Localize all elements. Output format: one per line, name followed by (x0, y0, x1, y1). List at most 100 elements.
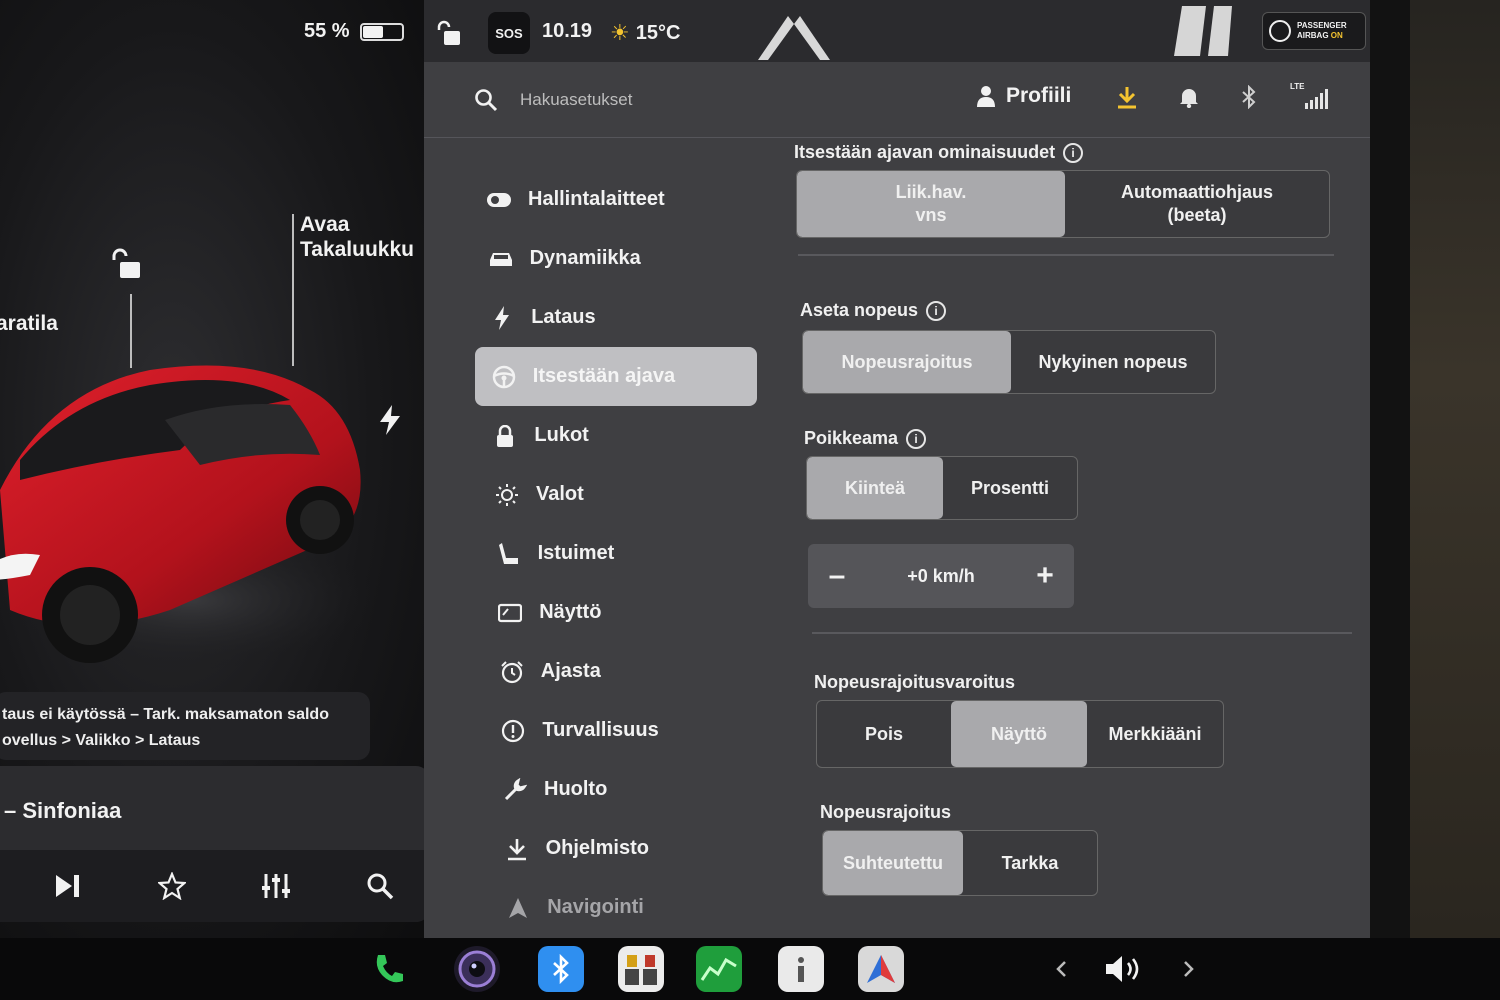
battery-level-fill (362, 25, 384, 38)
limit-option[interactable]: Suhteutettu (823, 831, 963, 895)
media-player[interactable]: – Sinfoniaa (0, 766, 430, 922)
sidebar-item-istuimet[interactable]: Istuimet (480, 524, 760, 583)
volume-up-chevron-icon[interactable] (1174, 946, 1204, 992)
search-icon[interactable] (474, 88, 498, 112)
toybox-icon[interactable] (618, 946, 664, 992)
info-icon[interactable]: i (926, 300, 947, 321)
features-option[interactable]: Liik.hav. vns (797, 171, 1065, 237)
airbag-state: ON (1330, 31, 1343, 40)
lock-icon (492, 423, 518, 449)
sidebar-item-hallintalaitteet[interactable]: Hallintalaitteet (470, 170, 760, 229)
warning-option[interactable]: Pois (817, 701, 951, 767)
settings-menu: Hallintalaitteet Dynamiikka Lataus Itsestää… (470, 170, 760, 937)
sidebar-item-lukot[interactable]: Lukot (476, 406, 760, 465)
decrease-button[interactable]: – (822, 559, 852, 593)
search-input[interactable]: Hakuasetukset (520, 90, 632, 110)
sun-icon (494, 482, 520, 508)
lte-label: LTE (1290, 82, 1305, 91)
volume-icon[interactable] (1100, 946, 1148, 992)
speed-limit-title: Nopeusrajoitus (820, 802, 952, 822)
info-icon[interactable]: i (1063, 142, 1084, 163)
car-icon (488, 246, 514, 272)
manual-info-icon[interactable] (778, 946, 824, 992)
warning-option[interactable]: Merkkiääni (1087, 701, 1223, 767)
sidebar-item-label: Valot (536, 483, 584, 505)
frunk-button[interactable]: aratila (0, 312, 58, 336)
phone-icon[interactable] (366, 946, 412, 992)
screen-bezel (1370, 0, 1500, 938)
battery-percent: 55 % (304, 20, 350, 42)
speed-limit-selector: Suhteutettu Tarkka (822, 830, 1098, 896)
navigation-app-icon[interactable] (858, 946, 904, 992)
section-divider (812, 632, 1352, 634)
sidebar-item-ohjelmisto[interactable]: Ohjelmisto (488, 819, 760, 878)
limit-option[interactable]: Tarkka (963, 831, 1097, 895)
battery-status: 55 % (304, 20, 404, 43)
increase-button[interactable]: + (1030, 559, 1060, 593)
speed-warning-selector: Pois Näyttö Merkkiääni (816, 700, 1224, 768)
sidebar-item-label: Itsestään ajava (532, 365, 676, 387)
clock: 10.19 (542, 20, 593, 42)
warning-option[interactable]: Näyttö (951, 701, 1087, 767)
charge-port-bolt-icon[interactable] (378, 405, 402, 435)
equalizer-icon[interactable] (256, 866, 296, 906)
steering-wheel-icon (491, 364, 517, 390)
sidebar-item-lataus[interactable]: Lataus (473, 288, 760, 347)
tesla-logo-icon[interactable] (754, 8, 834, 60)
volume-down-chevron-icon[interactable] (1046, 946, 1076, 992)
charging-notice[interactable]: taus ei käytössä – Tark. maksamaton sald… (0, 692, 370, 760)
sidebar-item-näyttö[interactable]: Näyttö (481, 583, 760, 642)
favorite-star-icon[interactable] (152, 866, 192, 906)
sidebar-item-ajasta[interactable]: Ajasta (483, 642, 760, 701)
sidebar-item-valot[interactable]: Valot (478, 465, 760, 524)
profile-button[interactable]: Profiili (976, 84, 1071, 108)
notification-bell-icon[interactable] (1176, 84, 1202, 110)
sidebar-item-navigointi[interactable]: Navigointi (489, 878, 760, 937)
section-divider (798, 254, 1334, 256)
glovebox-stripes-icon (1174, 6, 1232, 56)
sos-button[interactable]: SOS (488, 12, 530, 54)
sidebar-item-huolto[interactable]: Huolto (486, 760, 760, 819)
software-download-icon[interactable] (1114, 84, 1140, 110)
speed-option[interactable]: Nykyinen nopeus (1011, 331, 1215, 393)
next-track-icon[interactable] (48, 866, 88, 906)
media-controls (0, 850, 430, 922)
speed-warning-title: Nopeusrajoitusvaroitus (814, 672, 1016, 692)
seat-icon (496, 541, 522, 567)
unlock-status-icon[interactable] (436, 20, 462, 46)
offset-value: +0 km/h (907, 565, 975, 586)
sidebar-item-label: Lataus (531, 306, 596, 328)
energy-graph-icon[interactable] (696, 946, 742, 992)
bluetooth-app-icon[interactable] (538, 946, 584, 992)
trunk-callout-line (292, 214, 294, 366)
info-icon[interactable]: i (906, 428, 927, 449)
bluetooth-icon[interactable] (1236, 84, 1262, 110)
sidebar-item-dynamiikka[interactable]: Dynamiikka (472, 229, 760, 288)
display-icon (497, 600, 523, 626)
bolt-icon (489, 305, 515, 331)
navigation-icon (505, 895, 531, 921)
features-selector: Liik.hav. vns Automaattiohjaus (beeta) (796, 170, 1330, 238)
speed-option[interactable]: Nopeusrajoitus (803, 331, 1011, 393)
unlock-icon[interactable] (110, 248, 142, 280)
alert-icon (500, 718, 526, 744)
lte-signal-icon: LTE (1290, 82, 1330, 110)
media-search-icon[interactable] (360, 866, 400, 906)
trunk-button[interactable]: Avaa Takaluukku (300, 212, 414, 262)
airbag-line1: PASSENGER (1297, 21, 1347, 30)
toggle-icon (486, 187, 512, 213)
settings-panel: Hakuasetukset Profiili LTE Hallintalaitt… (424, 62, 1370, 938)
offset-option[interactable]: Prosentti (943, 457, 1077, 519)
sidebar-item-itsestään-ajava[interactable]: Itsestään ajava (474, 347, 757, 406)
media-title: – Sinfoniaa (4, 798, 122, 823)
sun-icon: ☀ (610, 20, 630, 45)
offset-option[interactable]: Kiinteä (807, 457, 943, 519)
sidebar-item-turvallisuus[interactable]: Turvallisuus (484, 701, 760, 760)
temperature-value: 15°C (635, 21, 681, 44)
sidebar-item-label: Lukot (534, 424, 589, 446)
outside-temperature: ☀ 15°C (610, 20, 680, 46)
trunk-label-line1: Avaa (300, 213, 350, 236)
features-option[interactable]: Automaattiohjaus (beeta) (1065, 171, 1329, 237)
sidebar-item-label: Ajasta (540, 660, 601, 682)
camera-icon[interactable] (454, 946, 500, 992)
